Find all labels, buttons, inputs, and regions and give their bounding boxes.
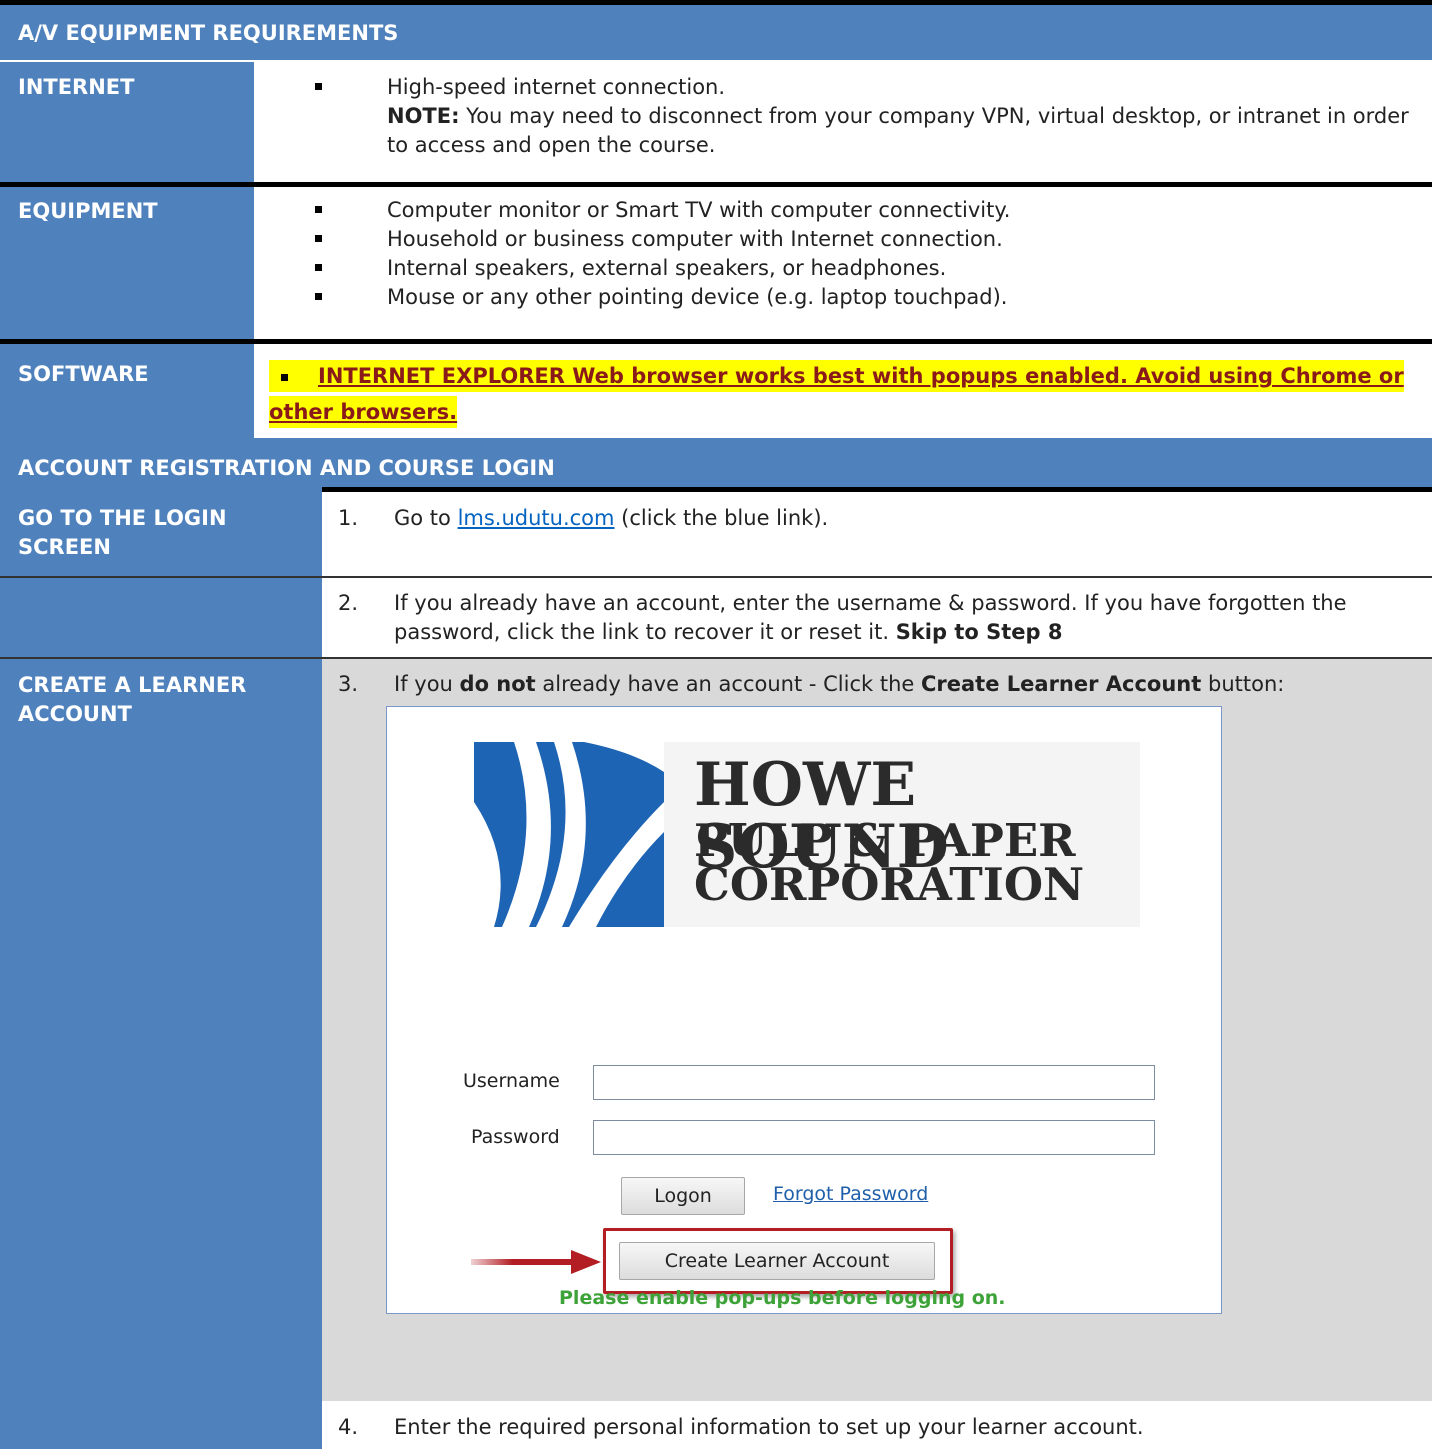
software-highlight: INTERNET EXPLORER Web browser works best… xyxy=(269,360,1404,428)
software-label-cell: SOFTWARE xyxy=(0,344,254,438)
step1-number: 1. xyxy=(338,506,359,530)
step2-content: 2. If you already have an account, enter… xyxy=(338,589,1423,647)
login-screenshot: HOWE SOUND PULP & PAPER CORPORATION User… xyxy=(386,706,1222,1314)
step2-text: If you already have an account, enter th… xyxy=(394,591,1347,644)
software-content-cell: INTERNET EXPLORER Web browser works best… xyxy=(254,344,1432,438)
step2-number: 2. xyxy=(338,591,359,615)
av-header-bar: A/V EQUIPMENT REQUIREMENTS xyxy=(0,5,1432,60)
username-label: Username xyxy=(463,1070,560,1092)
forgot-password-link[interactable]: Forgot Password xyxy=(773,1183,928,1205)
equipment-label: EQUIPMENT xyxy=(18,199,158,223)
rule-under-account-header xyxy=(322,487,1432,492)
step3-mid: already have an account - Click the xyxy=(535,672,921,696)
equipment-item: Computer monitor or Smart TV with comput… xyxy=(315,196,1415,225)
lms-link[interactable]: lms.udutu.com xyxy=(458,506,615,530)
step4-content: 4. Enter the required personal informati… xyxy=(338,1413,1428,1442)
software-text: INTERNET EXPLORER Web browser works best… xyxy=(269,364,1404,424)
step4-text: Enter the required personal information … xyxy=(394,1415,1144,1439)
step2-label-cell xyxy=(0,578,322,657)
internet-bullet: High-speed internet connection. NOTE: Yo… xyxy=(315,73,1415,160)
howe-sound-logo-icon xyxy=(474,742,664,927)
internet-content: High-speed internet connection. NOTE: Yo… xyxy=(315,73,1415,160)
step1-label-cell: GO TO THE LOGIN SCREEN xyxy=(0,490,322,576)
create-learner-account-button[interactable]: Create Learner Account xyxy=(619,1242,935,1280)
software-content: INTERNET EXPLORER Web browser works best… xyxy=(269,358,1419,430)
step3-pre: If you xyxy=(394,672,460,696)
step3-number: 3. xyxy=(338,672,359,696)
equipment-item: Household or business computer with Inte… xyxy=(315,225,1415,254)
popup-note: Please enable pop-ups before logging on. xyxy=(559,1287,1006,1309)
step3-label: CREATE A LEARNER ACCOUNT xyxy=(18,673,247,726)
password-label: Password xyxy=(471,1126,560,1148)
step1-content: 1. Go to lms.udutu.com (click the blue l… xyxy=(338,504,1418,533)
software-label: SOFTWARE xyxy=(18,362,149,386)
logo-line-3: CORPORATION xyxy=(694,858,1085,911)
step4-number: 4. xyxy=(338,1415,359,1439)
password-input[interactable] xyxy=(593,1120,1155,1155)
internet-line: High-speed internet connection. xyxy=(387,75,726,99)
equipment-item: Mouse or any other pointing device (e.g.… xyxy=(315,283,1415,312)
internet-label-cell: INTERNET xyxy=(0,62,254,182)
equipment-item: Internal speakers, external speakers, or… xyxy=(315,254,1415,283)
step3-bold2: Create Learner Account xyxy=(921,672,1202,696)
step2-bold: Skip to Step 8 xyxy=(895,620,1063,644)
username-input[interactable] xyxy=(593,1065,1155,1100)
step3-post: button: xyxy=(1201,672,1285,696)
step1-post: (click the blue link). xyxy=(614,506,829,530)
step3-bold1: do not xyxy=(459,672,536,696)
step1-label: GO TO THE LOGIN SCREEN xyxy=(18,506,227,559)
internet-label: INTERNET xyxy=(18,75,135,99)
red-arrow-icon xyxy=(471,1247,603,1277)
create-account-highlight-frame: Create Learner Account xyxy=(603,1228,953,1294)
step1-pre: Go to xyxy=(394,506,458,530)
av-section-title: A/V EQUIPMENT REQUIREMENTS xyxy=(18,21,399,45)
logon-button[interactable]: Logon xyxy=(621,1177,745,1215)
equipment-label-cell: EQUIPMENT xyxy=(0,187,254,339)
note-label: NOTE: xyxy=(387,104,460,128)
logo-text-area: HOWE SOUND PULP & PAPER CORPORATION xyxy=(664,742,1140,927)
account-section-title: ACCOUNT REGISTRATION AND COURSE LOGIN xyxy=(18,456,555,480)
equipment-content: Computer monitor or Smart TV with comput… xyxy=(315,196,1415,312)
step3-content: 3. If you do not already have an account… xyxy=(338,670,1428,699)
account-header-bar: ACCOUNT REGISTRATION AND COURSE LOGIN xyxy=(0,438,1432,490)
note-text: You may need to disconnect from your com… xyxy=(387,104,1409,157)
step3-label-cell: CREATE A LEARNER ACCOUNT xyxy=(0,659,322,1449)
